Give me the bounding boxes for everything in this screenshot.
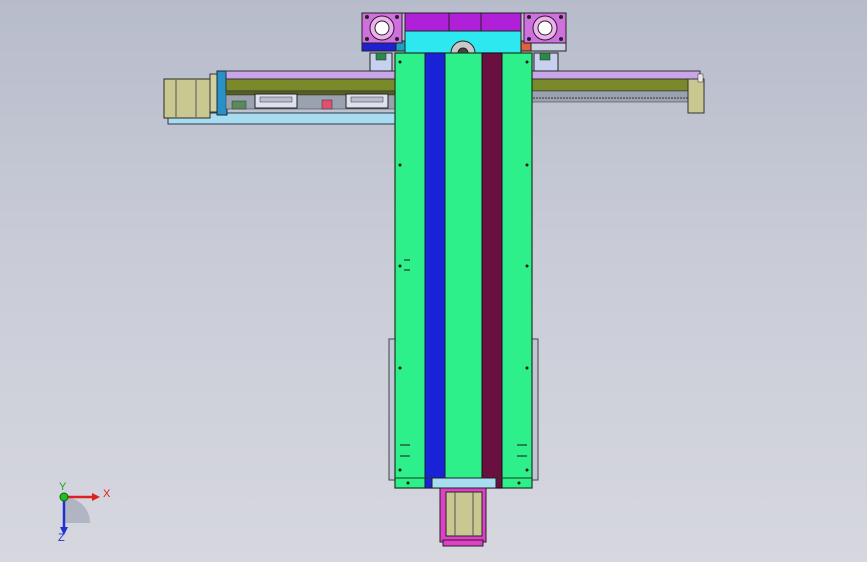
gear-motor-icon (361, 12, 403, 44)
column-body (394, 52, 533, 489)
arm-right-endcap (687, 78, 705, 114)
stepper-motor-icon (431, 477, 497, 547)
column-stripe-blue (424, 52, 446, 489)
left-motor-body (163, 78, 211, 119)
coordinate-triad-icon[interactable]: X Y Z (58, 481, 111, 544)
cad-viewport[interactable]: X Y Z (0, 0, 867, 562)
axis-z-label: Z (58, 532, 65, 544)
gear-motor-icon (523, 12, 567, 44)
arm-rail-lilac-right (529, 70, 701, 80)
vertical-column-assembly (394, 52, 533, 489)
axis-x-label: X (103, 488, 111, 500)
column-stripe-maroon (481, 52, 503, 489)
axis-y-label: Y (59, 481, 67, 493)
arm-rail-lilac-left (225, 70, 397, 80)
